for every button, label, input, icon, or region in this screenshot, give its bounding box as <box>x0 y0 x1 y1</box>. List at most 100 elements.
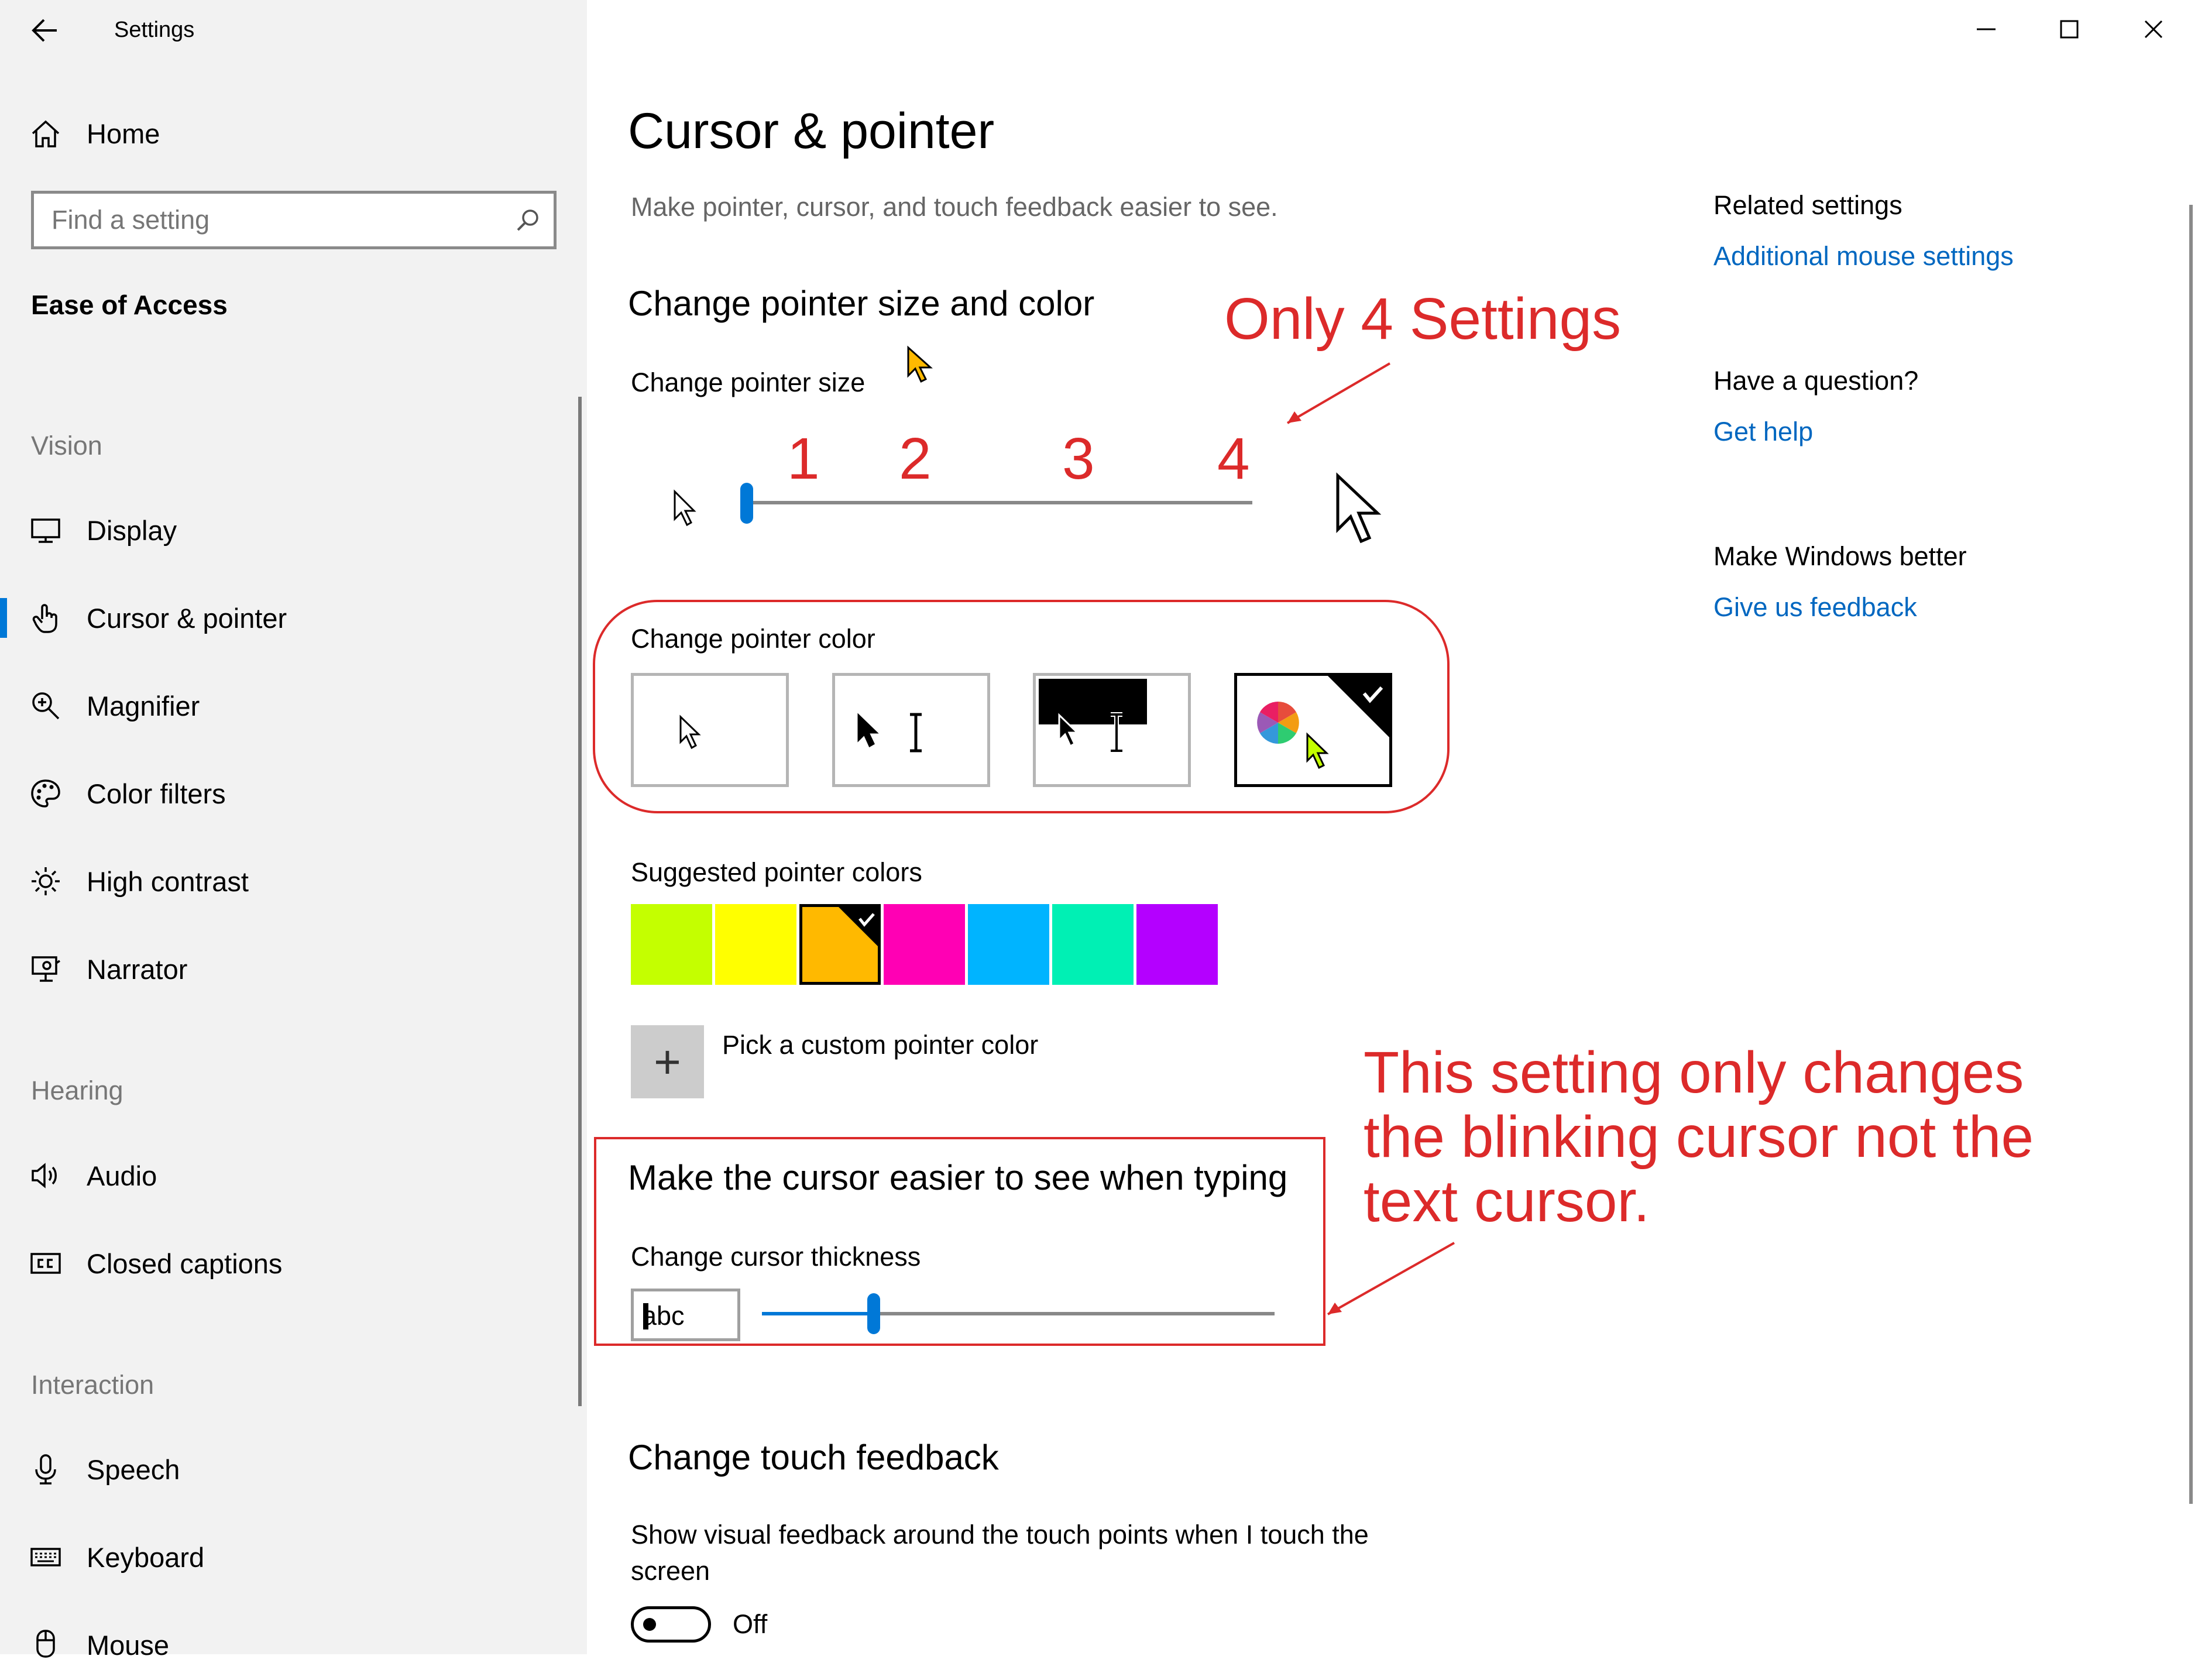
sidebar: Settings Home Ease of Access Vision Disp… <box>0 0 587 1661</box>
annotation-cursor-note-line-2: the blinking cursor not the <box>1364 1104 2034 1170</box>
hand-pointer-icon <box>32 604 57 633</box>
sidebar-item-mouse[interactable]: Mouse <box>0 1610 587 1680</box>
pointer-section-title: Change pointer size and color <box>628 284 1095 323</box>
cursor-preview-box: abc <box>631 1289 740 1341</box>
slider-track <box>746 501 1252 504</box>
close-button[interactable] <box>2113 0 2194 59</box>
plus-icon: + <box>654 1035 681 1088</box>
additional-mouse-settings-link[interactable]: Additional mouse settings <box>1713 241 2014 272</box>
sidebar-item-display[interactable]: Display <box>0 495 587 565</box>
suggested-colors-label: Suggested pointer colors <box>631 857 922 887</box>
slider-thumb[interactable] <box>867 1293 880 1334</box>
pointer-color-custom[interactable] <box>1234 673 1392 787</box>
color-swatch-pink[interactable] <box>884 904 965 985</box>
annotation-arrow <box>1286 362 1391 424</box>
page-subtitle: Make pointer, cursor, and touch feedback… <box>631 192 1278 222</box>
pick-custom-color-button[interactable]: + <box>631 1025 704 1098</box>
selected-corner-check-icon <box>1328 676 1392 740</box>
annotation-arrow <box>1327 1242 1455 1315</box>
sidebar-item-keyboard[interactable]: Keyboard <box>0 1522 587 1592</box>
color-swatch-yellow[interactable] <box>715 904 796 985</box>
pointer-color-inverted[interactable] <box>1033 673 1191 787</box>
annotation-tick-3: 3 <box>1062 426 1095 492</box>
touch-section-title: Change touch feedback <box>628 1438 999 1477</box>
touch-feedback-description: Show visual feedback around the touch po… <box>631 1520 1369 1586</box>
annotation-cursor-note-line-1: This setting only changes <box>1364 1040 2024 1105</box>
selection-indicator <box>0 598 7 638</box>
sidebar-item-narrator[interactable]: Narrator <box>0 934 587 1004</box>
get-help-link[interactable]: Get help <box>1713 417 1813 447</box>
touch-feedback-toggle[interactable] <box>631 1606 711 1643</box>
color-swatch-blue[interactable] <box>968 904 1049 985</box>
give-feedback-link[interactable]: Give us feedback <box>1713 592 1917 623</box>
cursor-thickness-label: Change cursor thickness <box>631 1242 921 1272</box>
white-pointer-icon <box>679 714 701 750</box>
narrator-icon <box>32 956 60 982</box>
category-title: Ease of Access <box>31 290 228 320</box>
custom-color-pointer-icon <box>1306 732 1329 769</box>
sidebar-item-magnifier[interactable]: Magnifier <box>0 671 587 741</box>
sidebar-item-label: Home <box>87 118 160 149</box>
small-pointer-icon <box>674 489 696 527</box>
pointer-color-black[interactable] <box>832 673 990 787</box>
search-icon[interactable] <box>514 207 542 235</box>
window-title: Settings <box>114 18 195 42</box>
black-pointer-icon <box>857 713 879 748</box>
sidebar-item-label: Keyboard <box>87 1541 205 1573</box>
sidebar-item-color-filters[interactable]: Color filters <box>0 758 587 829</box>
sun-icon <box>32 867 60 895</box>
color-swatch-gold[interactable] <box>799 904 881 985</box>
sidebar-item-label: Color filters <box>87 778 226 809</box>
toggle-state-label: Off <box>733 1609 768 1639</box>
sidebar-item-closed-captions[interactable]: Closed captions <box>0 1228 587 1298</box>
sidebar-item-label: Narrator <box>87 953 188 985</box>
sidebar-item-label: Cursor & pointer <box>87 602 287 634</box>
suggested-colors-row <box>631 904 1219 985</box>
annotation-tick-1: 1 <box>787 426 820 492</box>
sidebar-item-speech[interactable]: Speech <box>0 1434 587 1504</box>
annotation-cursor-note-line-3: text cursor. <box>1364 1169 1650 1234</box>
back-button[interactable] <box>20 9 67 53</box>
pick-custom-color-label[interactable]: Pick a custom pointer color <box>722 1030 1038 1060</box>
minimize-icon <box>1977 28 1996 30</box>
search-input[interactable] <box>51 194 508 246</box>
speaker-icon <box>32 1163 57 1188</box>
selected-check-icon <box>839 907 881 949</box>
minimize-button[interactable] <box>1945 0 2027 59</box>
section-header-interaction: Interaction <box>31 1370 154 1400</box>
cursor-preview-text: abc <box>642 1301 685 1331</box>
sidebar-scrollbar[interactable] <box>578 397 582 1406</box>
slider-thumb[interactable] <box>740 483 753 524</box>
home-icon <box>32 120 60 147</box>
color-wheel-icon <box>1257 702 1299 744</box>
pointer-size-label: Change pointer size <box>631 367 866 397</box>
annotation-only-4-settings: Only 4 Settings <box>1224 286 1622 352</box>
maximize-button[interactable] <box>2028 0 2110 59</box>
cursor-section-title: Make the cursor easier to see when typin… <box>628 1158 1288 1197</box>
section-header-hearing: Hearing <box>31 1076 123 1105</box>
related-settings-title: Related settings <box>1713 190 1902 220</box>
keyboard-icon <box>30 1548 61 1566</box>
pointer-color-white[interactable] <box>631 673 789 787</box>
mouse-icon <box>36 1630 55 1658</box>
sidebar-item-label: Magnifier <box>87 690 200 722</box>
slider-track <box>873 1312 1275 1315</box>
magnifier-icon <box>32 692 60 720</box>
search-field[interactable] <box>31 191 557 249</box>
pointer-color-label: Change pointer color <box>631 624 875 654</box>
sidebar-item-home[interactable]: Home <box>0 98 587 169</box>
sidebar-item-label: Speech <box>87 1454 180 1485</box>
sidebar-item-high-contrast[interactable]: High contrast <box>0 846 587 916</box>
color-swatch-teal[interactable] <box>1052 904 1134 985</box>
main-scrollbar[interactable] <box>2189 205 2193 1504</box>
color-swatch-lime[interactable] <box>631 904 712 985</box>
microphone-icon <box>35 1454 56 1485</box>
inverted-black-band <box>1039 679 1147 724</box>
sidebar-item-cursor-pointer[interactable]: Cursor & pointer <box>0 583 587 653</box>
color-swatch-purple[interactable] <box>1136 904 1218 985</box>
page-title: Cursor & pointer <box>628 103 995 159</box>
cursor-thickness-slider[interactable] <box>762 1293 1277 1334</box>
text-cursor-icon <box>910 713 922 753</box>
mouse-cursor-icon <box>907 345 933 383</box>
sidebar-item-audio[interactable]: Audio <box>0 1140 587 1211</box>
